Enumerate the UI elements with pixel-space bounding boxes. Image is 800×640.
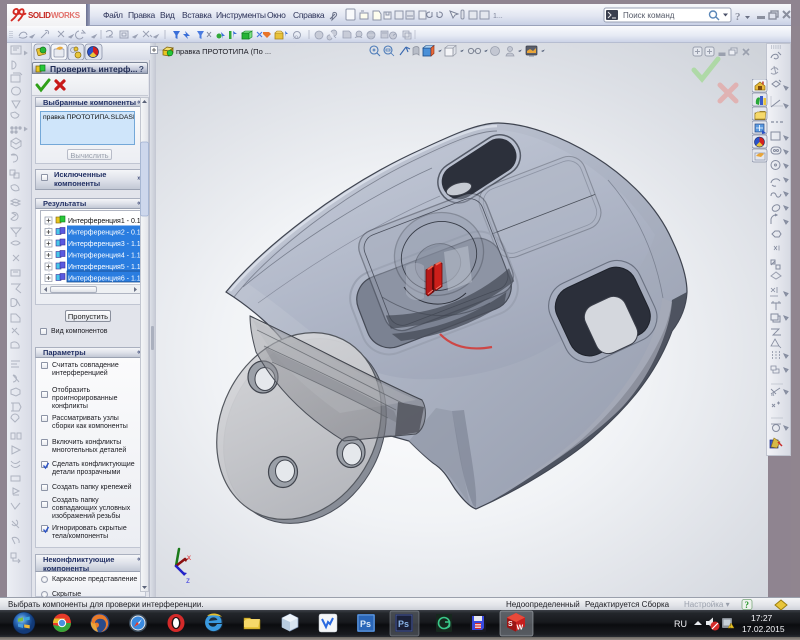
svg-text:Интерференция3 - 1.1: Интерференция3 - 1.1: [68, 241, 141, 248]
svg-text:SOLID: SOLID: [28, 11, 51, 20]
svg-text:17:27: 17:27: [751, 613, 773, 623]
svg-text:Интерференция5 - 1.1: Интерференция5 - 1.1: [68, 264, 141, 271]
svg-text:z: z: [186, 576, 190, 585]
svg-text:1...: 1...: [493, 13, 503, 20]
svg-text:Интерференция2 - 0.1: Интерференция2 - 0.1: [68, 230, 141, 237]
svg-text:x: x: [187, 553, 191, 562]
svg-text:правка ПРОТОТИПА (По ...: правка ПРОТОТИПА (По ...: [176, 47, 271, 56]
svg-text:!: !: [730, 624, 731, 630]
svg-text:Интерференция4 - 1.1: Интерференция4 - 1.1: [68, 253, 141, 260]
svg-text:.o: .o: [293, 35, 299, 41]
svg-text:Ps: Ps: [398, 619, 409, 629]
svg-text:WORKS: WORKS: [51, 11, 81, 20]
svg-text:W: W: [517, 625, 524, 632]
svg-text:RU: RU: [674, 619, 687, 629]
svg-text:17.02.2015: 17.02.2015: [742, 624, 785, 634]
svg-text:?: ?: [745, 600, 750, 610]
svg-text:Ps: Ps: [360, 619, 371, 629]
svg-text:?: ?: [735, 11, 741, 23]
svg-text:Интерференция6 - 1.1: Интерференция6 - 1.1: [68, 276, 141, 283]
svg-text:S: S: [508, 621, 513, 628]
svg-text:Интерференция1 - 0.1: Интерференция1 - 0.1: [68, 218, 141, 225]
svg-text:Поиск команд: Поиск команд: [623, 11, 675, 20]
